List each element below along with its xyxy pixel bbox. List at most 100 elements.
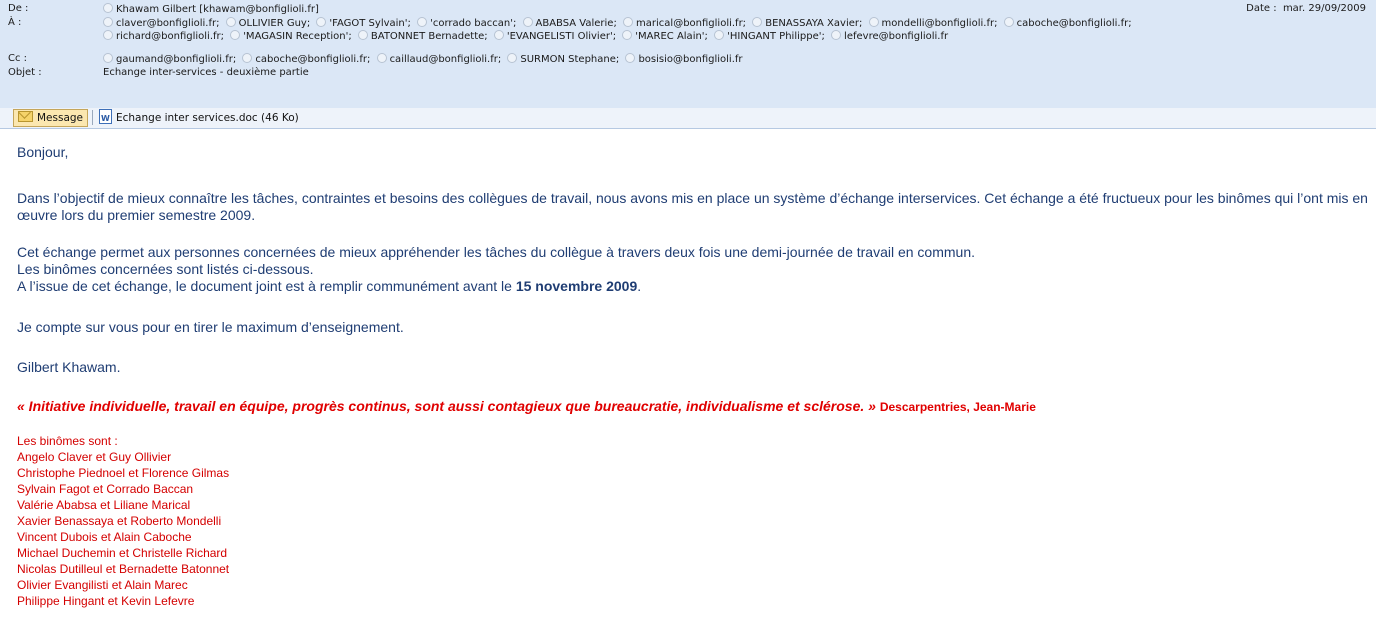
recipient[interactable]: OLLIVIER Guy; — [225, 17, 311, 29]
recipient[interactable]: 'corrado baccan'; — [417, 17, 517, 29]
recipient-name: gaumand@bonfiglioli.fr; — [116, 54, 237, 65]
recipient-name: caillaud@bonfiglioli.fr; — [389, 54, 502, 65]
pairs-block: Les binômes sont : Angelo Claver et Guy … — [17, 433, 1370, 609]
recipient-name: 'corrado baccan'; — [430, 18, 517, 29]
recipient-name: mondelli@bonfiglioli.fr; — [881, 18, 998, 29]
from-label: De : — [8, 3, 29, 14]
presence-icon — [103, 53, 113, 63]
presence-icon — [507, 53, 518, 63]
recipient[interactable]: richard@bonfiglioli.fr; — [103, 30, 224, 42]
recipient-name: claver@bonfiglioli.fr; — [116, 18, 220, 29]
presence-icon — [242, 53, 253, 63]
recipient[interactable]: BENASSAYA Xavier; — [752, 17, 863, 29]
message-tab-label: Message — [37, 112, 84, 124]
presence-icon — [103, 3, 113, 13]
presence-icon — [103, 30, 113, 40]
recipient[interactable]: BATONNET Bernadette; — [357, 30, 488, 42]
recipient[interactable]: SURMON Stephane; — [507, 53, 620, 65]
attachment-item[interactable]: Echange inter services.doc (46 Ko) — [99, 109, 299, 127]
recipient-name: marical@bonfiglioli.fr; — [636, 18, 747, 29]
recipient-name: 'MAREC Alain'; — [635, 31, 708, 42]
attachment-bar: Message Echange inter services.doc (46 K… — [0, 108, 1376, 129]
recipient-name: caboche@bonfiglioli.fr; — [1016, 18, 1132, 29]
pair-item: Nicolas Dutilleul et Bernadette Batonnet — [17, 562, 230, 576]
pair-item: Michael Duchemin et Christelle Richard — [17, 546, 228, 560]
recipient[interactable]: 'FAGOT Sylvain'; — [316, 17, 411, 29]
recipient-name: ABABSA Valerie; — [535, 18, 617, 29]
recipient[interactable]: ABABSA Valerie; — [522, 17, 617, 29]
exchange-line-1: Cet échange permet aux personnes concern… — [17, 244, 976, 260]
recipient[interactable]: 'HINGANT Philippe'; — [714, 30, 825, 42]
recipient[interactable]: bosisio@bonfiglioli.fr — [625, 53, 743, 65]
date-field: Date : mar. 29/09/2009 — [1246, 3, 1366, 14]
presence-icon — [623, 17, 634, 27]
recipient[interactable]: claver@bonfiglioli.fr; — [103, 17, 220, 29]
recipient-name: caboche@bonfiglioli.fr; — [255, 54, 371, 65]
recipient[interactable]: 'MAREC Alain'; — [622, 30, 708, 42]
recipient-name: OLLIVIER Guy; — [238, 18, 311, 29]
recipient-name: 'EVANGELISTI Olivier'; — [506, 31, 617, 42]
pair-item: Xavier Benassaya et Roberto Mondelli — [17, 514, 222, 528]
presence-icon — [868, 17, 879, 27]
recipient-name: SURMON Stephane; — [520, 54, 620, 65]
pair-item: Olivier Evangilisti et Alain Marec — [17, 578, 188, 592]
date-value: mar. 29/09/2009 — [1282, 3, 1366, 14]
recipient-name: BATONNET Bernadette; — [370, 31, 488, 42]
pairs-list: Angelo Claver et Guy Ollivier Christophe … — [17, 449, 1370, 609]
presence-icon — [831, 30, 842, 40]
presence-icon — [625, 53, 636, 63]
pair-item: Sylvain Fagot et Corrado Baccan — [17, 482, 194, 496]
date-label: Date : — [1246, 3, 1277, 14]
pair-item: Angelo Claver et Guy Ollivier — [17, 450, 172, 464]
presence-icon — [622, 30, 633, 40]
quote-text: « Initiative individuelle, travail en éq… — [17, 398, 876, 414]
message-tab[interactable]: Message — [13, 109, 89, 127]
from-value-wrap: Khawam Gilbert [khawam@bonfiglioli.fr] — [103, 3, 1368, 16]
to-label: À : — [8, 17, 22, 28]
sender-name[interactable]: Khawam Gilbert [khawam@bonfiglioli.fr] — [116, 4, 319, 15]
presence-icon — [522, 17, 533, 27]
message-header: De : Khawam Gilbert [khawam@bonfiglioli.… — [0, 0, 1376, 109]
envelope-icon — [18, 111, 33, 122]
paragraph-closing: Je compte sur vous pour en tirer le maxi… — [17, 319, 404, 335]
presence-icon — [357, 30, 368, 40]
recipient[interactable]: mondelli@bonfiglioli.fr; — [868, 17, 998, 29]
recipient-name: 'HINGANT Philippe'; — [727, 31, 825, 42]
presence-icon — [493, 30, 504, 40]
cc-label: Cc : — [8, 53, 28, 64]
paragraph-exchange: Cet échange permet aux personnes concern… — [17, 244, 1370, 295]
recipient-name: richard@bonfiglioli.fr; — [116, 31, 224, 42]
to-recipients: claver@bonfiglioli.fr; OLLIVIER Guy; 'FA… — [103, 17, 1246, 43]
presence-icon — [376, 53, 387, 63]
recipient-name: BENASSAYA Xavier; — [765, 18, 863, 29]
recipient[interactable]: caboche@bonfiglioli.fr; — [242, 53, 371, 65]
attachment-label: Echange inter services.doc (46 Ko) — [116, 112, 299, 124]
recipient-name: 'MAGASIN Reception'; — [243, 31, 352, 42]
recipient[interactable]: 'EVANGELISTI Olivier'; — [493, 30, 617, 42]
presence-icon — [417, 17, 428, 27]
quote-author: Descarpentries, Jean-Marie — [879, 400, 1036, 414]
quote-block: « Initiative individuelle, travail en éq… — [17, 398, 1370, 416]
presence-icon — [230, 30, 241, 40]
recipient[interactable]: gaumand@bonfiglioli.fr; — [103, 53, 237, 65]
deadline-date: 15 novembre 2009 — [515, 278, 638, 294]
pair-item: Christophe Piednoel et Florence Gilmas — [17, 466, 230, 480]
presence-icon — [225, 17, 236, 27]
recipient[interactable]: caillaud@bonfiglioli.fr; — [376, 53, 502, 65]
recipient-name: lefevre@bonfiglioli.fr — [844, 31, 949, 42]
presence-icon — [714, 30, 725, 40]
recipient-name: bosisio@bonfiglioli.fr — [638, 54, 743, 65]
exchange-line-2: Les binômes concernées sont listés ci-de… — [17, 261, 314, 277]
pair-item: Philippe Hingant et Kevin Lefevre — [17, 594, 195, 608]
recipient[interactable]: 'MAGASIN Reception'; — [230, 30, 352, 42]
exchange-line-3-end: . — [637, 278, 642, 294]
subject-label: Objet : — [8, 67, 42, 78]
recipient[interactable]: caboche@bonfiglioli.fr; — [1003, 17, 1132, 29]
presence-icon — [752, 17, 763, 27]
exchange-line-3: A l’issue de cet échange, le document jo… — [17, 278, 516, 294]
recipient[interactable]: lefevre@bonfiglioli.fr — [831, 30, 949, 42]
presence-icon — [103, 17, 113, 27]
pair-item: Vincent Dubois et Alain Caboche — [17, 530, 192, 544]
signature: Gilbert Khawam. — [17, 359, 121, 375]
recipient[interactable]: marical@bonfiglioli.fr; — [623, 17, 747, 29]
